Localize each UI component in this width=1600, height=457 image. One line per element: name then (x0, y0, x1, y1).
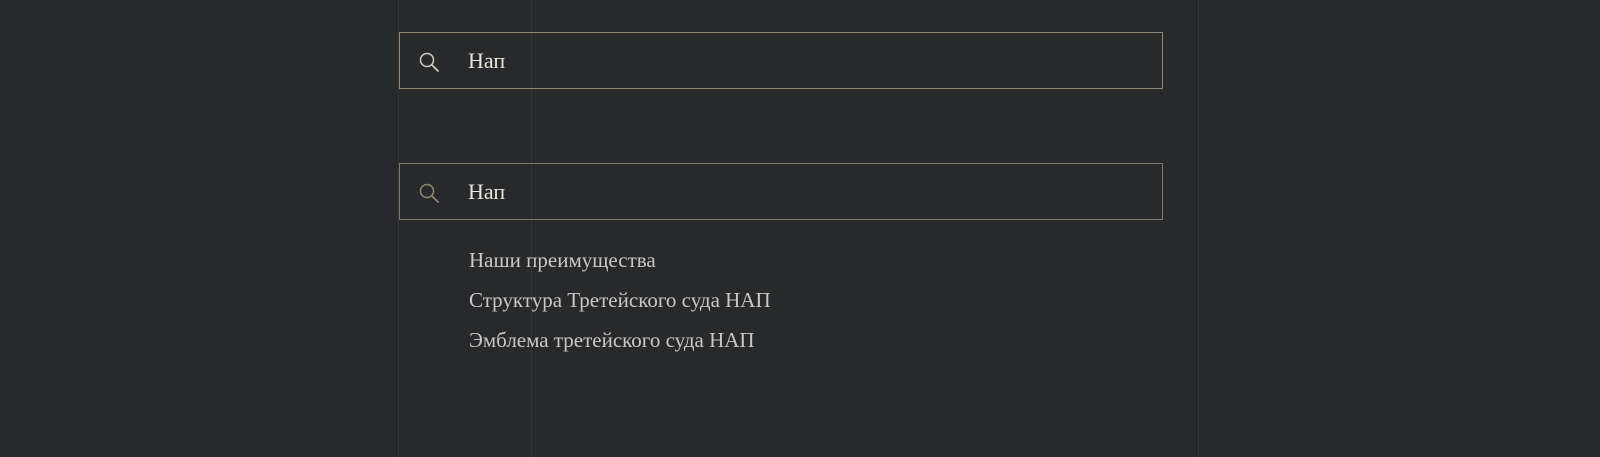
search-field-secondary[interactable] (399, 163, 1163, 220)
search-suggestions-list: Наши преимущества Структура Третейского … (469, 240, 771, 360)
layout-guide-line (1198, 0, 1199, 457)
search-field-primary[interactable] (399, 32, 1163, 89)
search-page: Наши преимущества Структура Третейского … (0, 0, 1600, 457)
search-icon (418, 51, 440, 73)
suggestion-item[interactable]: Наши преимущества (469, 240, 771, 280)
search-input-secondary[interactable] (468, 164, 1138, 219)
suggestion-item[interactable]: Эмблема третейского суда НАП (469, 320, 771, 360)
suggestion-item[interactable]: Структура Третейского суда НАП (469, 280, 771, 320)
search-input-primary[interactable] (468, 33, 1138, 88)
search-icon (418, 182, 440, 204)
